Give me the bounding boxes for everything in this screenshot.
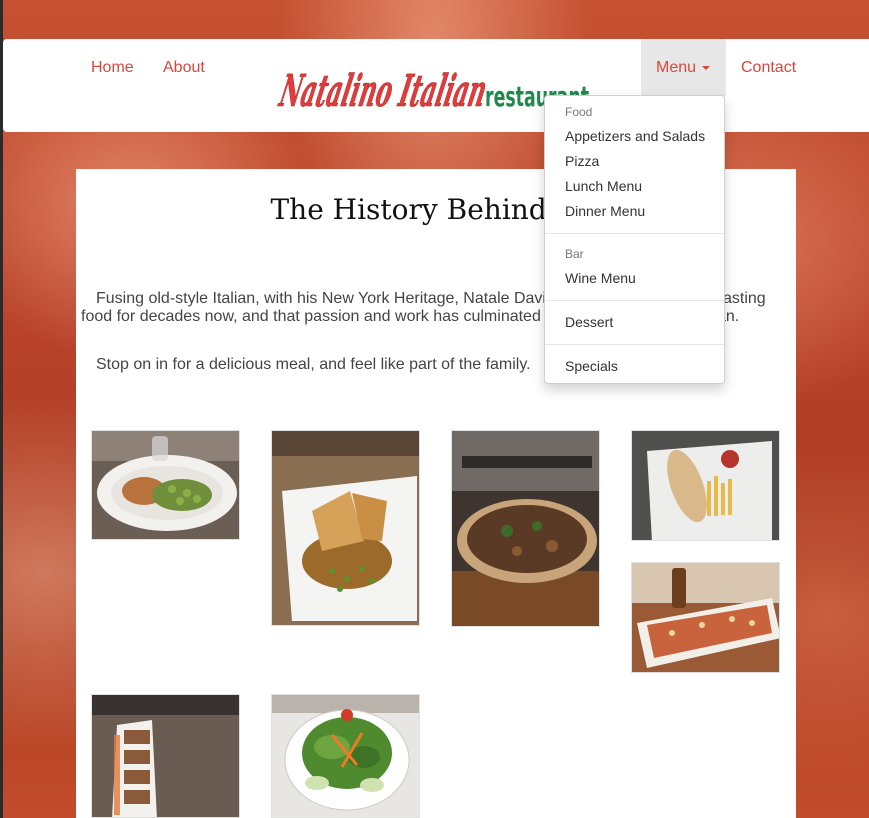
dropdown-item-lunch-menu[interactable]: Lunch Menu [565, 178, 642, 194]
svg-text:Natalino Italian: Natalino Italian [275, 65, 491, 116]
dropdown-item-specials[interactable]: Specials [565, 358, 618, 374]
navbar: Home About Natalino Italian restaurant M… [3, 39, 869, 132]
nav-contact-link[interactable]: Contact [741, 59, 796, 77]
dropdown-divider [545, 344, 724, 345]
dropdown-item-dinner-menu[interactable]: Dinner Menu [565, 203, 645, 219]
intro-line-1-end: asting [723, 290, 766, 307]
photo-chicken-gnocchi[interactable] [91, 430, 240, 540]
photo-salad[interactable] [271, 694, 420, 818]
nav-home-link[interactable]: Home [91, 59, 134, 77]
photo-salmon-appetizer[interactable] [91, 694, 240, 818]
caret-down-icon [702, 65, 711, 70]
photo-sub-fries[interactable] [631, 430, 780, 541]
menu-dropdown-toggle[interactable]: Menu [656, 59, 711, 77]
menu-dropdown-toggle-wrap[interactable]: Menu [641, 39, 726, 96]
photo-sandwich-gravy[interactable] [271, 430, 420, 626]
dropdown-header-food: Food [565, 105, 593, 119]
nav-about-link[interactable]: About [163, 59, 205, 77]
menu-label: Menu [656, 59, 697, 76]
photo-pizza[interactable] [451, 430, 600, 627]
intro-line-1: Fusing old-style Italian, with his New Y… [96, 290, 546, 307]
dropdown-item-appetizers-salads[interactable]: Appetizers and Salads [565, 128, 705, 144]
intro-line-2: food for decades now, and that passion a… [81, 308, 541, 325]
dropdown-item-dessert[interactable]: Dessert [565, 314, 613, 330]
dropdown-item-pizza[interactable]: Pizza [565, 153, 599, 169]
menu-dropdown: Food Appetizers and Salads Pizza Lunch M… [544, 95, 725, 384]
dropdown-divider [545, 300, 724, 301]
dropdown-divider [545, 233, 724, 234]
dropdown-header-bar: Bar [565, 247, 584, 261]
dropdown-item-wine-menu[interactable]: Wine Menu [565, 270, 636, 286]
invite-paragraph: Stop on in for a delicious meal, and fee… [96, 356, 531, 373]
photo-bruschetta[interactable] [631, 562, 780, 673]
